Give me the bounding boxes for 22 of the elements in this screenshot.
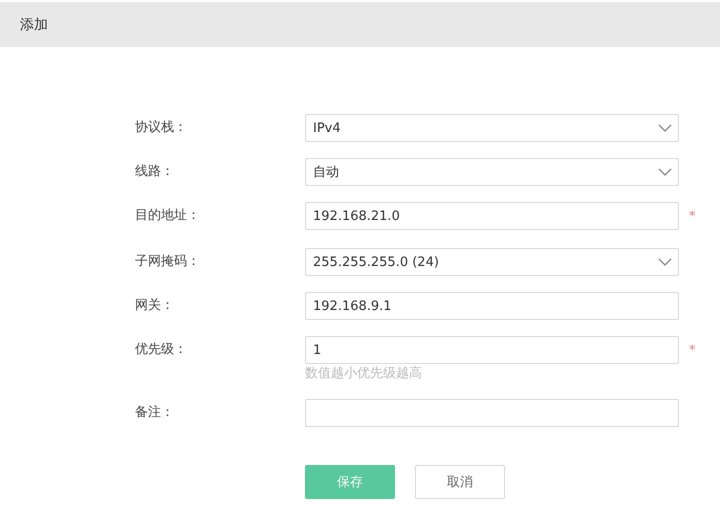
chevron-down-icon — [658, 168, 672, 176]
required-mark: * — [689, 208, 696, 226]
dropdown[interactable]: IPv4 — [305, 114, 679, 142]
field-label: 网关： — [135, 297, 175, 315]
field-label: 目的地址： — [135, 207, 201, 225]
input-field[interactable]: 1 — [305, 336, 679, 364]
dropdown[interactable]: 自动 — [305, 158, 679, 186]
chevron-down-icon — [658, 124, 672, 132]
page-title: 添加 — [20, 16, 48, 34]
required-mark: * — [689, 342, 696, 360]
field-label: 子网掩码： — [135, 253, 201, 271]
input-field[interactable] — [305, 399, 679, 427]
field-label: 备注： — [135, 404, 175, 422]
cancel-button[interactable]: 取消 — [415, 465, 505, 499]
field-label: 线路： — [135, 163, 175, 181]
chevron-down-icon — [658, 258, 672, 266]
hint-text: 数值越小优先级越高 — [305, 366, 422, 382]
field-label: 优先级： — [135, 341, 188, 359]
input-field[interactable]: 192.168.21.0 — [305, 202, 679, 230]
dropdown[interactable]: 255.255.255.0 (24) — [305, 248, 679, 276]
field-label: 协议栈： — [135, 119, 188, 137]
input-field[interactable]: 192.168.9.1 — [305, 292, 679, 320]
